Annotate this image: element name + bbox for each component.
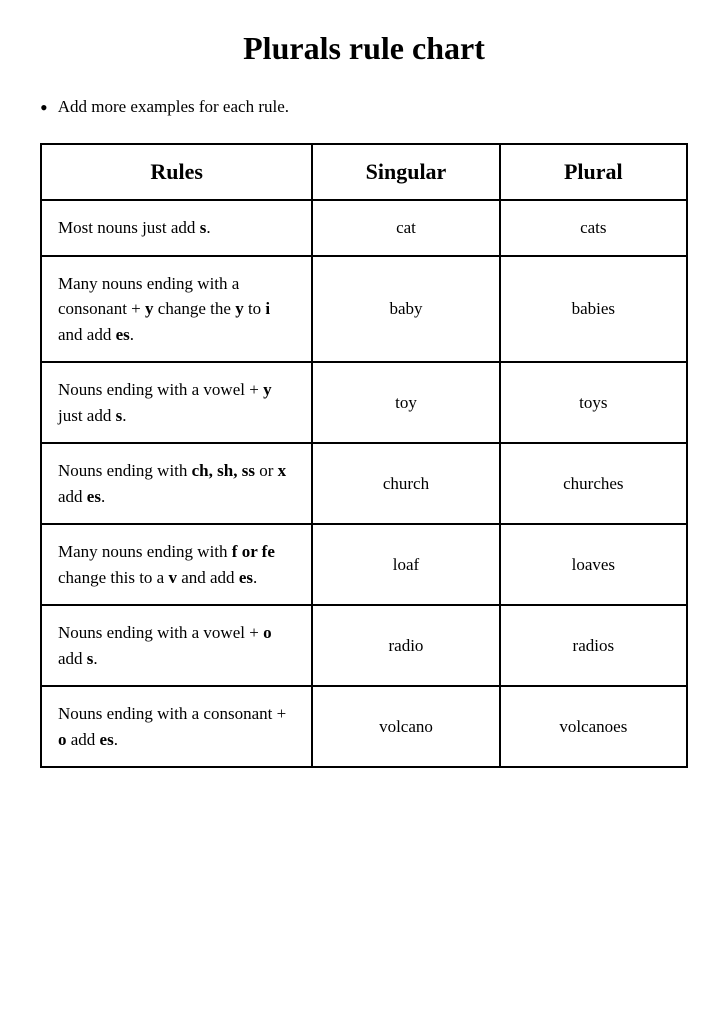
plural-cell: loaves: [500, 524, 687, 605]
header-rules: Rules: [41, 144, 312, 200]
plurals-table: Rules Singular Plural Most nouns just ad…: [40, 143, 688, 768]
singular-cell: baby: [312, 256, 499, 363]
instruction-row: • Add more examples for each rule.: [40, 95, 688, 121]
plural-cell: volcanoes: [500, 686, 687, 767]
singular-cell: volcano: [312, 686, 499, 767]
header-singular: Singular: [312, 144, 499, 200]
plural-cell: toys: [500, 362, 687, 443]
bullet-icon: •: [40, 95, 48, 121]
rule-cell: Nouns ending with a vowel + y just add s…: [41, 362, 312, 443]
singular-cell: radio: [312, 605, 499, 686]
rule-cell: Nouns ending with a vowel + o add s.: [41, 605, 312, 686]
plural-cell: babies: [500, 256, 687, 363]
table-row: Nouns ending with a vowel + o add s.radi…: [41, 605, 687, 686]
table-row: Many nouns ending with a consonant + y c…: [41, 256, 687, 363]
table-row: Nouns ending with a vowel + y just add s…: [41, 362, 687, 443]
page-title: Plurals rule chart: [40, 30, 688, 67]
singular-cell: loaf: [312, 524, 499, 605]
table-row: Nouns ending with a consonant + o add es…: [41, 686, 687, 767]
plural-cell: cats: [500, 200, 687, 256]
table-header-row: Rules Singular Plural: [41, 144, 687, 200]
rule-cell: Nouns ending with a consonant + o add es…: [41, 686, 312, 767]
table-row: Nouns ending with ch, sh, ss or x add es…: [41, 443, 687, 524]
singular-cell: toy: [312, 362, 499, 443]
header-plural: Plural: [500, 144, 687, 200]
singular-cell: church: [312, 443, 499, 524]
rule-cell: Many nouns ending with f or fe change th…: [41, 524, 312, 605]
table-row: Many nouns ending with f or fe change th…: [41, 524, 687, 605]
instruction-text: Add more examples for each rule.: [58, 95, 289, 119]
singular-cell: cat: [312, 200, 499, 256]
plural-cell: radios: [500, 605, 687, 686]
rule-cell: Nouns ending with ch, sh, ss or x add es…: [41, 443, 312, 524]
table-row: Most nouns just add s.catcats: [41, 200, 687, 256]
plural-cell: churches: [500, 443, 687, 524]
rule-cell: Most nouns just add s.: [41, 200, 312, 256]
rule-cell: Many nouns ending with a consonant + y c…: [41, 256, 312, 363]
